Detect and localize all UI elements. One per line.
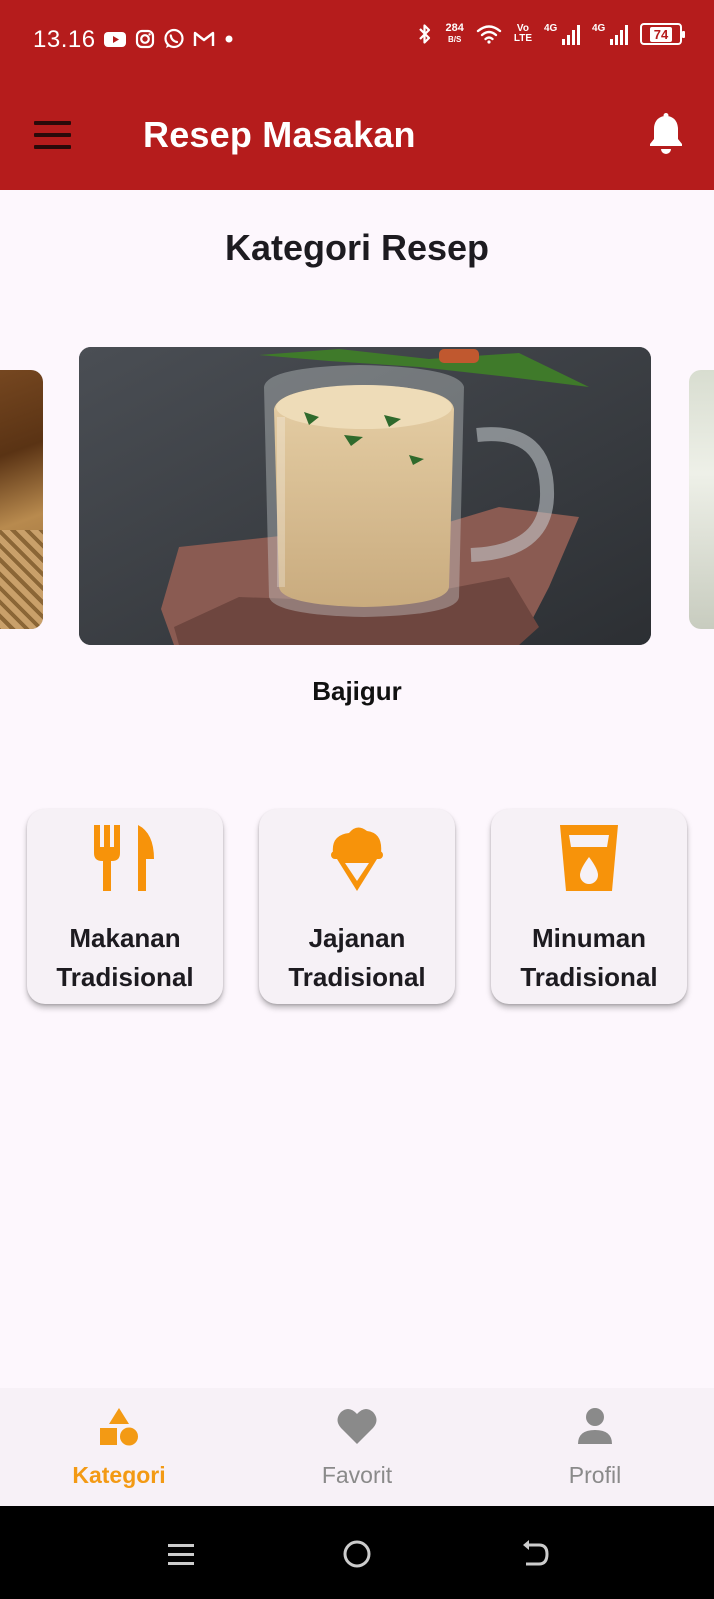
hamburger-menu-icon[interactable] [34,116,74,156]
whatsapp-icon [164,28,184,49]
ice-cream-icon [331,827,383,891]
person-icon [578,1408,612,1444]
instagram-icon [135,29,155,49]
battery-level: 74 [649,26,673,42]
recent-apps-icon[interactable] [163,1536,199,1572]
drink-glass-icon [560,825,618,891]
category-label-line1: Makanan [69,923,181,953]
system-navigation-bar [0,1506,714,1599]
volte-bottom: LTE [513,33,532,44]
page-title: Kategori Resep [224,227,490,268]
nav-item-favorit[interactable]: Favorit [267,1406,447,1489]
recipe-carousel[interactable] [0,345,714,645]
net-speed-value: 284 [445,22,464,34]
heart-icon [337,1408,377,1444]
fork-knife-icon [94,825,154,891]
status-bar: 13.16 284 B/S Vo LTE 4G 4G 74 [0,0,714,82]
nav-label-favorit: Favorit [321,1462,393,1488]
nav-item-profil[interactable]: Profil [505,1406,685,1489]
category-label-line2: Tradisional [520,962,658,992]
nav-item-kategori[interactable]: Kategori [29,1406,209,1489]
category-card-minuman[interactable]: Minuman Tradisional [491,809,687,1004]
nav-label-profil: Profil [568,1462,622,1488]
youtube-icon [104,32,126,47]
category-label-line1: Minuman [531,923,647,953]
back-icon[interactable] [517,1536,553,1572]
nav-label-kategori: Kategori [72,1462,166,1488]
category-card-jajanan[interactable]: Jajanan Tradisional [259,809,455,1004]
signal-2: 4G [592,23,628,45]
category-label-line1: Jajanan [308,923,406,953]
status-right: 284 B/S Vo LTE 4G 4G 74 [417,22,685,46]
carousel-slide-current[interactable] [79,347,651,645]
carousel-slide-previous[interactable] [0,370,43,629]
app-bar: Resep Masakan [0,82,714,190]
carousel-caption: Bajigur [312,676,402,706]
category-grid: Makanan Tradisional Jajanan Tradisional [27,809,687,1005]
notification-icons [103,28,235,50]
signal-1: 4G [544,23,580,45]
wifi-icon [476,25,502,44]
bell-icon[interactable] [646,112,686,156]
bajigur-image [79,347,651,645]
dot-icon [225,35,233,43]
signal-1-label: 4G [544,23,558,34]
battery-icon: 74 [640,23,685,45]
home-icon[interactable] [339,1536,375,1572]
signal-2-label: 4G [592,23,606,34]
category-icon [100,1408,138,1446]
bottom-navigation: Kategori Favorit Profil [0,1388,714,1506]
bluetooth-icon [419,24,431,44]
gmail-icon [193,31,215,46]
status-time: 13.16 [33,26,96,53]
net-speed-unit: B/S [447,35,462,44]
carousel-slide-next[interactable] [689,370,714,629]
category-label-line2: Tradisional [288,962,426,992]
app-title: Resep Masakan [143,114,416,155]
net-speed: 284 B/S [445,23,463,45]
volte-indicator: Vo LTE [514,24,532,44]
category-label-line2: Tradisional [56,962,194,992]
category-card-makanan[interactable]: Makanan Tradisional [27,809,223,1004]
